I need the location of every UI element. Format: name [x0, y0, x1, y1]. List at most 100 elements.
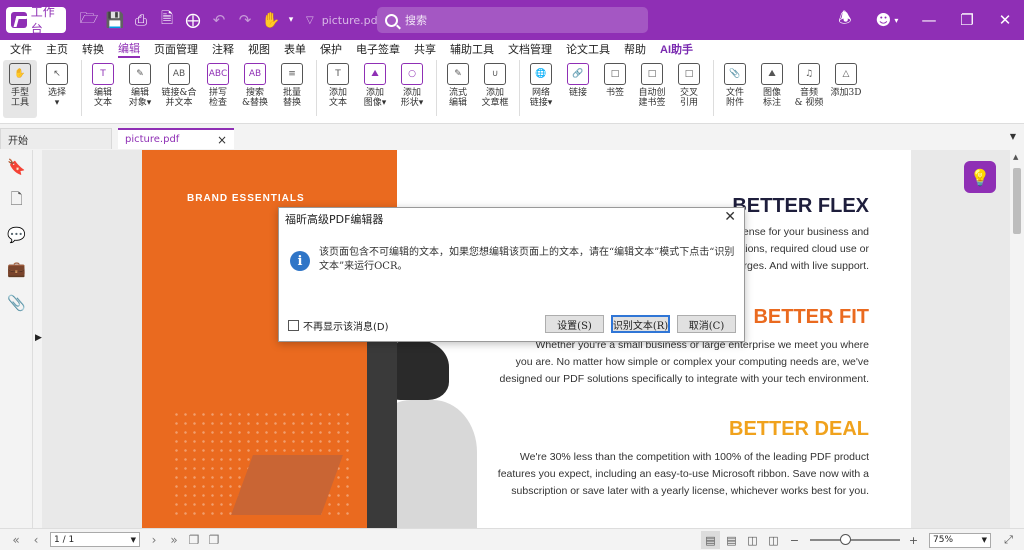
menu-bar: 文件 主页 转换 编辑 页面管理 注释 视图 表单 保护 电子签章 共享 辅助工… [0, 40, 1024, 58]
menu-ai-assistant[interactable]: AI助手 [660, 41, 693, 57]
close-icon[interactable]: ✕ [986, 0, 1024, 40]
add-doc-icon[interactable]: ⨁ [180, 7, 206, 33]
comments-panel-icon[interactable]: 💬 [0, 218, 33, 252]
undo-icon[interactable]: ↶ [206, 7, 232, 33]
bookmark-panel-icon[interactable]: 🔖 [0, 150, 33, 184]
menu-edit[interactable]: 编辑 [118, 40, 140, 58]
article-box-button[interactable]: ∪ 添加 文章框 [478, 60, 512, 118]
add-image-icon: ⛰ [364, 63, 386, 85]
cancel-button[interactable]: 取消(C) [677, 315, 736, 333]
edit-text-icon: T [92, 63, 114, 85]
file-attachment-button[interactable]: 📎 文件 附件 [718, 60, 752, 118]
zoom-slider[interactable] [810, 534, 900, 545]
dialog-close-icon[interactable]: ✕ [724, 209, 736, 225]
menu-share[interactable]: 共享 [414, 41, 436, 57]
menu-file[interactable]: 文件 [10, 41, 32, 57]
checkbox-box[interactable] [288, 320, 299, 331]
menu-esign[interactable]: 电子签章 [356, 41, 400, 57]
brand-essentials-label: BRAND ESSENTIALS [187, 193, 305, 204]
recognize-text-button[interactable]: 识别文本(R) [611, 315, 670, 333]
dont-show-again-checkbox[interactable]: 不再显示该消息(D) [288, 318, 389, 333]
open-folder-icon[interactable]: 🗁 [76, 7, 102, 33]
redo-icon[interactable]: ↷ [232, 7, 258, 33]
paragraph-deal: We're 30% less than the competition with… [497, 451, 869, 497]
bookmark-button[interactable]: □ 书签 [598, 60, 632, 118]
new-doc-icon[interactable]: 🗎 [154, 7, 180, 33]
menu-accessibility[interactable]: 辅助工具 [450, 41, 494, 57]
zoom-level-field[interactable]: 75% ▼ [929, 532, 991, 548]
continuous-view-icon[interactable]: ▤ [722, 531, 741, 549]
close-tab-icon[interactable]: × [217, 133, 227, 147]
settings-button[interactable]: 设置(S) [545, 315, 604, 333]
add-image-button[interactable]: ⛰ 添加 图像▾ [358, 60, 392, 118]
menu-thesis-tools[interactable]: 论文工具 [566, 41, 610, 57]
menu-doc-management[interactable]: 文档管理 [508, 41, 552, 57]
copy-page-icon[interactable]: ❐ [184, 533, 204, 547]
menu-comment[interactable]: 注释 [212, 41, 234, 57]
menu-protect[interactable]: 保护 [320, 41, 342, 57]
restore-icon[interactable]: ❐ [948, 0, 986, 40]
next-page-icon[interactable]: › [144, 533, 164, 547]
flow-edit-button[interactable]: ✎ 流式 编辑 [441, 60, 475, 118]
edit-object-button[interactable]: ✎ 编辑 对象▾ [123, 60, 157, 118]
expand-panel-icon[interactable]: ▶ [35, 333, 42, 343]
page-number-field[interactable]: 1 / 1 ▼ [50, 532, 140, 547]
menu-help[interactable]: 帮助 [624, 41, 646, 57]
split-page-icon[interactable]: ❐ [204, 533, 224, 547]
print-icon[interactable]: ⎙ [128, 7, 154, 33]
hand-tool-icon[interactable]: ✋ [258, 7, 284, 33]
zoom-out-icon[interactable]: − [785, 531, 804, 549]
vertical-scrollbar[interactable]: ▲ [1010, 150, 1024, 528]
cover-view-icon[interactable]: ◫ [764, 531, 783, 549]
customize-icon[interactable]: ▾ [284, 7, 298, 33]
last-page-icon[interactable]: » [164, 533, 184, 547]
facing-view-icon[interactable]: ◫ [743, 531, 762, 549]
fullscreen-icon[interactable]: ⤢ [999, 531, 1018, 549]
add-3d-button[interactable]: △ 添加3D [829, 60, 863, 118]
home-button[interactable]: 工作台 [6, 5, 66, 36]
pages-panel-icon[interactable]: 🗋 [0, 184, 33, 218]
account-icon[interactable]: ☻ ▾ [864, 0, 910, 40]
prev-page-icon[interactable]: ‹ [26, 533, 46, 547]
select-button[interactable]: ↖ 选择 ▾ [40, 60, 74, 118]
search-replace-button[interactable]: AB 搜索 &替换 [238, 60, 272, 118]
hand-tool-button[interactable]: ✋ 手型 工具 [3, 60, 37, 118]
cross-reference-button[interactable]: □ 交叉 引用 [672, 60, 706, 118]
menu-home[interactable]: 主页 [46, 41, 68, 57]
chevron-down-icon[interactable]: ▽ [306, 15, 314, 26]
toolbox-panel-icon[interactable]: 💼 [0, 252, 33, 286]
tab-picture-pdf[interactable]: picture.pdf × [118, 128, 234, 149]
link-merge-text-icon: AB [168, 63, 190, 85]
add-shape-button[interactable]: ○ 添加 形状▾ [395, 60, 429, 118]
link-button[interactable]: 🔗 链接 [561, 60, 595, 118]
image-annotation-button[interactable]: ⛰ 图像 标注 [755, 60, 789, 118]
ai-tip-lightbulb-icon[interactable]: 💡 [964, 161, 996, 193]
zoom-slider-knob[interactable] [840, 534, 851, 545]
add-text-button[interactable]: T 添加 文本 [321, 60, 355, 118]
search-box[interactable]: 搜索 [377, 7, 648, 33]
link-merge-text-button[interactable]: AB 链接&合 并文本 [160, 60, 198, 118]
tab-start[interactable]: 开始 [0, 128, 112, 149]
menu-organize[interactable]: 页面管理 [154, 41, 198, 57]
menu-view[interactable]: 视图 [248, 41, 270, 57]
single-page-view-icon[interactable]: ▤ [701, 531, 720, 549]
menu-form[interactable]: 表单 [284, 41, 306, 57]
batch-replace-button[interactable]: ≡ 批量 替换 [275, 60, 309, 118]
auto-bookmark-button[interactable]: □ 自动创 建书签 [635, 60, 669, 118]
web-link-button[interactable]: 🌐 网络 链接▾ [524, 60, 558, 118]
tab-list-dropdown-icon[interactable]: ▼ [1010, 132, 1016, 141]
attachment-panel-icon[interactable]: 📎 [0, 286, 33, 320]
menu-convert[interactable]: 转换 [82, 41, 104, 57]
scroll-up-icon[interactable]: ▲ [1013, 153, 1018, 161]
zoom-dropdown-icon[interactable]: ▼ [982, 536, 987, 544]
zoom-in-icon[interactable]: + [904, 531, 923, 549]
first-page-icon[interactable]: « [6, 533, 26, 547]
spell-check-button[interactable]: ABC 拼写 检查 [201, 60, 235, 118]
edit-text-button[interactable]: T 编辑 文本 [86, 60, 120, 118]
scrollbar-thumb[interactable] [1013, 168, 1021, 234]
audio-video-button[interactable]: ♫ 音频 & 视频 [792, 60, 826, 118]
minimize-icon[interactable]: — [910, 0, 948, 40]
notification-icon[interactable]: 🕭 [826, 0, 864, 40]
save-icon[interactable]: 💾 [102, 7, 128, 33]
page-dropdown-icon[interactable]: ▼ [131, 536, 136, 544]
